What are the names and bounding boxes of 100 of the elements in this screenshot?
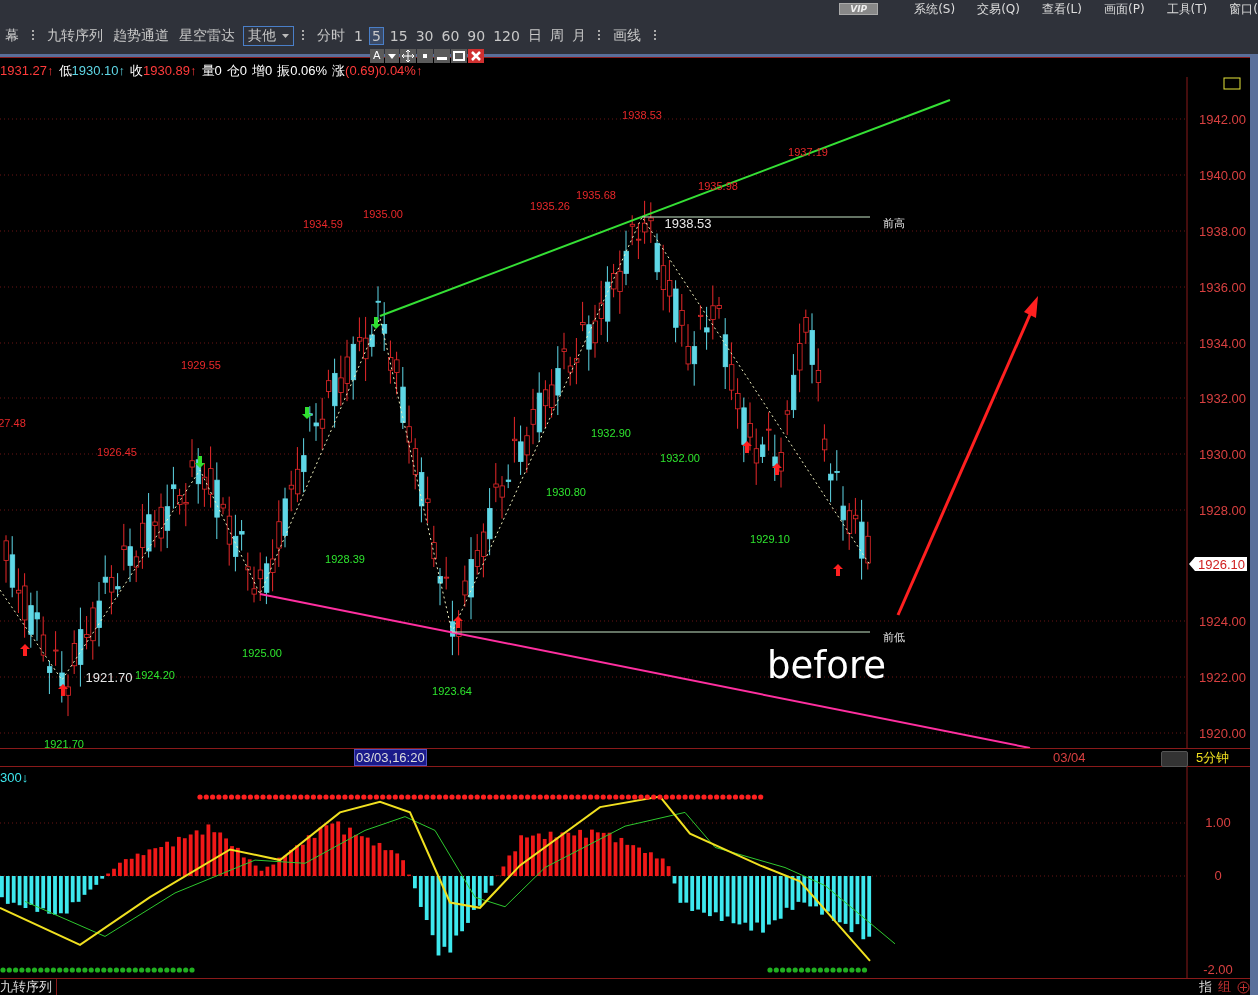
price-label: 1935.26 [530,200,570,212]
quote-value: 0 [264,62,273,78]
quote-value: 0 [214,62,222,78]
price-label: 1923.64 [432,685,472,697]
down-arrow-icon [195,456,205,468]
indicator-title: 300↓ [0,770,29,785]
previous-low-label: 前低 [883,631,905,644]
up-arrow-icon [772,463,782,475]
indicator-dropdown[interactable]: 其他 [243,26,294,46]
quote-value: 1930.10↑ [71,62,125,78]
axis-label: 1940.00 [1199,168,1246,183]
period-button[interactable]: 90 [465,28,488,44]
price-label: 1935.00 [363,208,403,220]
indicator-button[interactable]: 星空雷达 [174,27,240,45]
down-arrow-icon [302,407,312,419]
current-price-tag: 1926.10 [1189,556,1247,572]
period-button[interactable]: 5 [368,27,384,45]
date-label: 03/04 [1053,750,1086,765]
intraday-button[interactable]: 分时 [312,27,350,45]
price-label: 1935.68 [576,189,616,201]
separator-icon [653,30,656,42]
separator-icon [302,30,304,42]
axis-label: 1.00 [1205,815,1231,830]
price-label: 1929.10 [750,533,790,545]
up-arrow-icon [453,616,463,628]
menu-item[interactable]: 交易(Q) [977,0,1020,18]
period-label: 5分钟 [1196,748,1230,767]
indicator-tab[interactable]: 九转序列 [0,978,57,995]
group-button[interactable]: 组 [1218,978,1231,995]
period-button[interactable]: 120 [491,28,522,44]
axis-label: -2.00 [1203,962,1233,977]
quote-label: 振 [277,62,291,78]
quote-label: 低 [58,62,72,78]
quote-label: 收 [130,62,143,78]
up-arrow-icon [742,441,752,453]
quote-value: (0.69)0.04%↑ [345,62,423,78]
period-button[interactable]: 月 [569,27,588,45]
axis-label: 1924.00 [1199,614,1246,629]
indicator-button[interactable]: 九转序列 [42,27,108,45]
indicator-button[interactable]: 趋势通道 [108,27,174,45]
menu-item[interactable]: 窗口( [1229,0,1258,18]
quote-label: 涨 [332,62,346,78]
price-label: 1921.70 [44,738,84,748]
annotation-text: before [767,644,887,687]
cursor-time: 03/03,16:20 [354,749,427,766]
menu-item[interactable]: 画面(P) [1104,0,1145,18]
price-label: 1921.70 [85,670,133,685]
period-button[interactable]: 1 [352,28,365,44]
minimize-icon[interactable] [433,49,450,63]
period-button[interactable]: 15 [387,28,410,44]
previous-high-label: 前高 [883,217,905,230]
menu-item[interactable]: 查看(L) [1041,0,1082,18]
caret-icon[interactable] [384,49,399,63]
menu-item[interactable]: 系统(S) [914,0,956,18]
menu-item[interactable]: 工具(T) [1166,0,1208,18]
maximize-icon[interactable] [450,49,467,63]
up-arrow-icon [58,684,68,696]
quote-value: 1930.89↑ [143,62,197,78]
axis-label: 1922.00 [1199,670,1246,685]
indicator-button[interactable]: 指 [1199,978,1212,995]
separator-icon [32,30,34,42]
down-arrow-icon [371,317,381,329]
price-label: 1932.90 [591,427,631,439]
axis-label: 1920.00 [1199,726,1246,741]
axis-label: 1934.00 [1199,336,1246,351]
caret-icon [282,34,289,38]
separator-icon [597,30,600,42]
draw-lines-button[interactable]: 画线 [607,27,646,45]
axis-label: 1942.00 [1199,112,1246,127]
up-arrow-icon [833,564,843,576]
axis-label: 1930.00 [1199,447,1246,462]
price-label: 1926.45 [97,446,137,458]
axis-label: 1928.00 [1199,503,1246,518]
scroll-handle[interactable] [1161,751,1188,767]
quote-value: 0.06% [290,62,328,78]
quote-value: 0 [239,62,247,78]
layout-toggle-icon[interactable] [1223,77,1241,90]
axis-label: 1936.00 [1199,280,1246,295]
price-label: 1938.53 [664,216,712,231]
period-button[interactable]: 60 [439,28,462,44]
add-icon[interactable] [1237,980,1250,994]
period-button[interactable]: 周 [547,27,566,45]
price-label: 1925.00 [242,647,282,659]
price-label: 1929.55 [181,359,221,371]
price-label: 1924.20 [135,669,175,681]
vip-badge: VIP [839,3,879,15]
close-icon[interactable] [467,49,484,63]
price-label: 1930.80 [546,486,586,498]
price-label: 1934.59 [303,218,343,230]
move-icon[interactable] [399,49,416,63]
price-label: 1932.00 [660,452,700,464]
price-label: 1938.53 [622,109,662,121]
font-button[interactable]: A [370,49,384,63]
toolbar-item[interactable]: 幕 [0,27,24,45]
quote-label: 增 [251,62,265,78]
quote-label: 量 [201,62,215,78]
period-button[interactable]: 30 [413,28,436,44]
axis-label: 0 [1214,868,1222,883]
period-button[interactable]: 日 [525,27,544,45]
quote-label: 仓 [226,62,240,78]
